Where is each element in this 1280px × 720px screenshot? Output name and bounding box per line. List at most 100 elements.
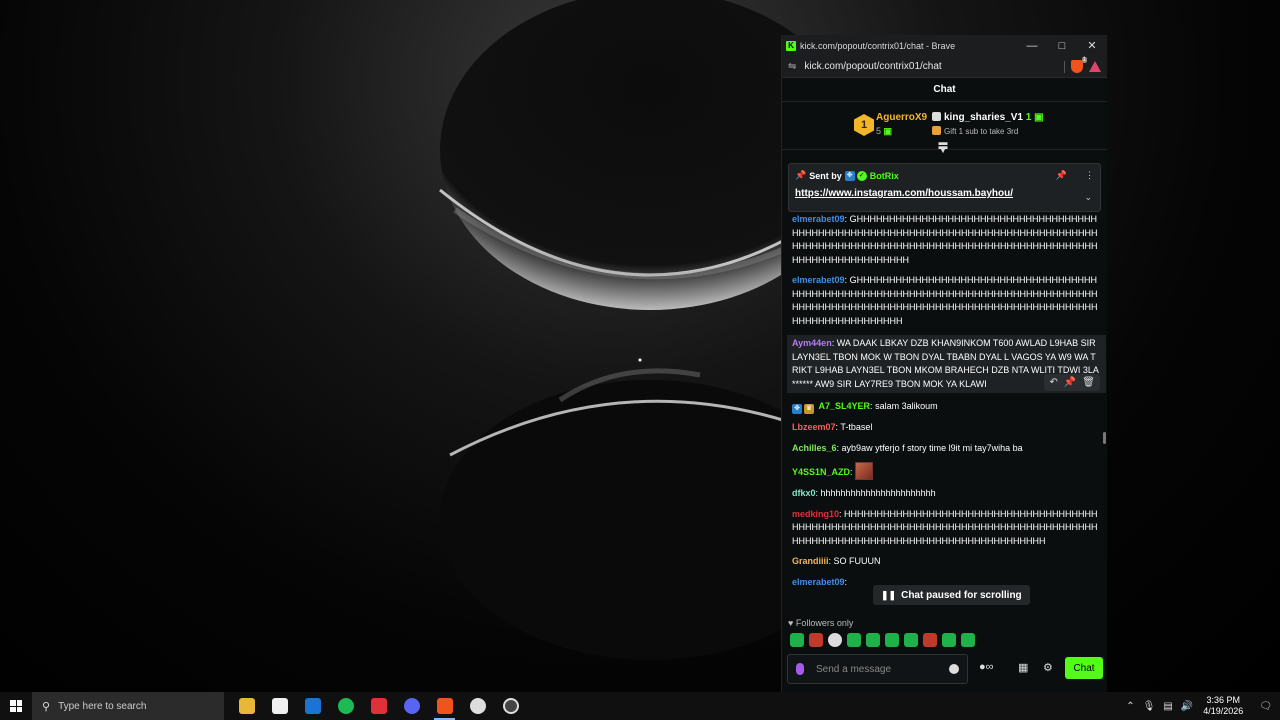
send-chat-button[interactable]: Chat: [1065, 657, 1103, 679]
taskbar-clock[interactable]: 3:36 PM 4/19/2026: [1203, 695, 1243, 717]
spotify-icon[interactable]: [329, 692, 362, 720]
clock-date: 4/19/2026: [1203, 706, 1244, 716]
chat-paused-notice[interactable]: ❚❚ Chat paused for scrolling: [873, 585, 1030, 605]
followers-only-notice: ♥ Followers only: [788, 618, 853, 628]
chat-scrollbar[interactable]: [1103, 432, 1106, 444]
message-input[interactable]: Send a message: [816, 664, 949, 675]
pinned-link[interactable]: https://www.instagram.com/houssam.bayhou…: [795, 188, 1094, 199]
leader-second[interactable]: king_sharies_V1 1 ▣ Gift 1 sub to take 3…: [932, 112, 1044, 136]
emote-icon[interactable]: [942, 633, 956, 647]
window-title: kick.com/popout/contrix01/chat - Brave: [800, 40, 956, 51]
file-explorer-icon[interactable]: [230, 692, 263, 720]
emote-icon[interactable]: [790, 633, 804, 647]
capture-tool-icon[interactable]: [461, 692, 494, 720]
tray-overflow-icon[interactable]: ⌃: [1126, 701, 1134, 712]
message-username[interactable]: Y4SS1N_AZD: [792, 467, 850, 477]
emote-icon[interactable]: [828, 633, 842, 647]
emote-quickbar: [790, 633, 975, 647]
network-icon[interactable]: ▤: [1163, 701, 1172, 712]
settings-gear-icon[interactable]: ⚙: [1043, 661, 1053, 674]
chat-message: Grandiiii: SO FUUUN: [792, 556, 881, 566]
more-options-icon[interactable]: ⋮: [1085, 170, 1094, 181]
shield-count: 1: [1081, 57, 1087, 63]
emoji-picker-icon[interactable]: [949, 664, 959, 674]
message-username[interactable]: Grandiiii: [792, 556, 829, 566]
microphone-icon[interactable]: [796, 663, 804, 675]
emote-icon[interactable]: [866, 633, 880, 647]
discord-icon[interactable]: [395, 692, 428, 720]
brave-browser-icon[interactable]: [428, 692, 461, 720]
message-text: ayb9aw ytferjo f story time l9it mi tay7…: [841, 442, 1023, 453]
maximize-button[interactable]: □: [1047, 35, 1077, 56]
message-actions: ↶ 📌 🗑: [1044, 373, 1100, 391]
volume-icon[interactable]: 🔊: [1181, 701, 1193, 712]
taskbar-apps: [230, 692, 527, 720]
message-username[interactable]: Aym44en: [792, 338, 832, 348]
leader-second-sub: Gift 1 sub to take 3rd: [944, 127, 1019, 136]
microphone-tray-icon[interactable]: 🎙: [1143, 701, 1156, 712]
browser-popout-window: K kick.com/popout/contrix01/chat - Brave…: [781, 35, 1107, 692]
pin-icon: 📌: [795, 170, 807, 180]
message-username[interactable]: Achilles_6: [792, 443, 837, 453]
message-username[interactable]: elmerabet09: [792, 214, 845, 224]
address-bar: ⇋ kick.com/popout/contrix01/chat 1: [782, 56, 1107, 78]
leader-first-count: 5: [876, 126, 882, 136]
obs-icon[interactable]: [494, 692, 527, 720]
search-icon: ⚲: [42, 700, 51, 713]
pinned-message: 📌 Sent by ✥ ✓ BotRix 📌 ⋮ https://www.ins…: [788, 163, 1101, 212]
rank-1-medal-icon: 1: [854, 114, 874, 136]
brave-rewards-icon[interactable]: [1089, 61, 1101, 72]
unpin-icon[interactable]: 📌: [1056, 170, 1067, 181]
message-username[interactable]: elmerabet09: [792, 275, 845, 285]
chat-message: Achilles_6: ayb9aw ytferjo f story time …: [792, 442, 1023, 453]
brave-shield-icon[interactable]: 1: [1071, 57, 1087, 73]
minimize-button[interactable]: —: [1017, 35, 1047, 56]
message-input-box[interactable]: Send a message: [787, 654, 968, 684]
kick-points-icon[interactable]: ●∞: [979, 661, 994, 673]
leader-first[interactable]: AguerroX9 5 ▣: [876, 112, 927, 137]
chat-paused-text: Chat paused for scrolling: [901, 589, 1022, 601]
message-text: T-tbasel: [840, 422, 873, 432]
moderator-badge-icon: ✥: [792, 404, 802, 414]
microsoft-store-icon[interactable]: [263, 692, 296, 720]
emote-icon[interactable]: [847, 633, 861, 647]
adobe-icon[interactable]: [362, 692, 395, 720]
collapse-leaderboard-icon[interactable]: ▬ ▬ ▼: [937, 138, 949, 155]
notifications-icon[interactable]: 🗨: [1259, 701, 1272, 712]
pin-message-icon[interactable]: 📌: [1064, 376, 1076, 390]
chat-header: Chat: [782, 78, 1107, 102]
close-button[interactable]: ✕: [1077, 35, 1107, 56]
reply-icon[interactable]: ↶: [1049, 376, 1057, 390]
emote-icon[interactable]: [904, 633, 918, 647]
emote-icon[interactable]: [961, 633, 975, 647]
delete-icon[interactable]: 🗑: [1082, 376, 1095, 390]
pinned-sent-by: Sent by: [809, 170, 842, 181]
emote-icon[interactable]: [885, 633, 899, 647]
address-divider: [1064, 60, 1065, 73]
url-field[interactable]: kick.com/popout/contrix01/chat: [804, 61, 1064, 72]
taskbar-search-placeholder: Type here to search: [58, 700, 147, 712]
pinned-bot-name[interactable]: BotRix: [870, 171, 899, 181]
chevron-down-icon[interactable]: ⌄: [1084, 192, 1092, 203]
emote-icon[interactable]: [923, 633, 937, 647]
taskbar-search[interactable]: ⚲ Type here to search: [32, 692, 224, 720]
message-username[interactable]: elmerabet09: [792, 577, 845, 587]
message-username[interactable]: medking10: [792, 509, 839, 519]
windows-logo-icon: [10, 700, 22, 712]
followers-only-text: Followers only: [795, 618, 854, 628]
outlook-icon[interactable]: [296, 692, 329, 720]
chat-message: ✥ ♛ A7_SL4YER: salam 3alikoum: [792, 400, 1098, 414]
chat-message: dfkx0: hhhhhhhhhhhhhhhhhhhhhhh: [792, 488, 936, 498]
site-settings-icon[interactable]: ⇋: [788, 61, 796, 72]
kick-logo-icon: K: [786, 40, 796, 51]
system-tray: ⌃ 🎙 ▤ 🔊 3:36 PM 4/19/2026 🗨: [1122, 692, 1280, 720]
store-icon[interactable]: ▦: [1018, 661, 1028, 674]
leader-first-name: AguerroX9: [876, 112, 928, 123]
message-username[interactable]: A7_SL4YER: [819, 401, 871, 411]
pause-icon: ❚❚: [881, 589, 897, 600]
emote-icon[interactable]: [809, 633, 823, 647]
start-button[interactable]: [0, 692, 32, 720]
chat-messages[interactable]: elmerabet09: GHHHHHHHHHHHHHHHHHHHHHHHHHH…: [782, 211, 1107, 611]
message-username[interactable]: dfkx0: [792, 488, 816, 498]
message-username[interactable]: Lbzeem07: [792, 422, 836, 432]
